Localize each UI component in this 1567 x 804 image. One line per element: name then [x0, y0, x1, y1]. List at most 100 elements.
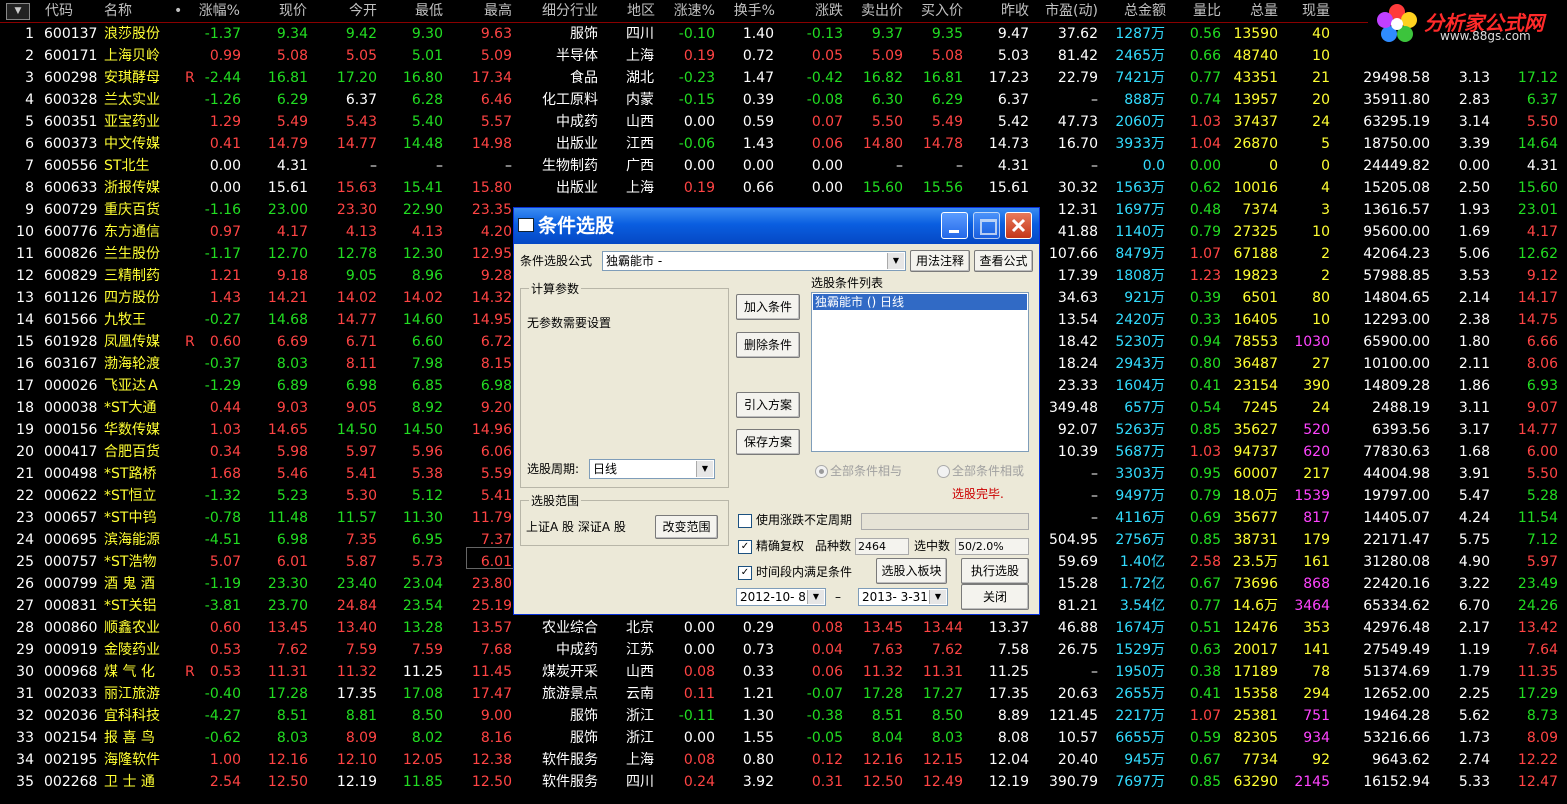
cell-x1: 24449.82: [1363, 158, 1430, 174]
cell-low: 5.01: [411, 48, 443, 64]
header-region[interactable]: 地区: [627, 1, 655, 21]
change-scope-button[interactable]: 改变范围: [655, 515, 718, 539]
condition-list[interactable]: 独霸能市 () 日线: [811, 292, 1029, 452]
date-from-picker[interactable]: 2012-10- 8 ▼: [736, 588, 826, 606]
cell-region: 山西: [626, 114, 654, 130]
table-row[interactable]: 3 600298 安琪酵母 R -2.44 16.81 17.20 16.80 17.34 食品 湖…: [0, 67, 1567, 89]
header-code[interactable]: 代码: [45, 1, 73, 21]
header-cur[interactable]: 现量: [1302, 1, 1330, 21]
uncertain-period-checkbox[interactable]: [738, 514, 752, 528]
date-to-picker[interactable]: 2013- 3-31 ▼: [858, 588, 948, 606]
header-prev[interactable]: 昨收: [1001, 1, 1029, 21]
cell-low: 9.30: [411, 26, 443, 42]
cell-code: 600328: [44, 92, 98, 108]
add-to-block-button[interactable]: 选股入板块: [876, 558, 947, 584]
header-price[interactable]: 现价: [279, 1, 307, 21]
cell-n: 17: [16, 378, 34, 394]
header-dot[interactable]: •: [174, 1, 182, 21]
header-ask[interactable]: 卖出价: [861, 1, 903, 21]
cell-prev: 4.31: [997, 158, 1029, 174]
cell-diff: 0.00: [811, 180, 843, 196]
delete-condition-button[interactable]: 删除条件: [736, 332, 800, 358]
time-range-checkbox[interactable]: ✓: [738, 566, 752, 580]
add-condition-button[interactable]: 加入条件: [736, 294, 800, 320]
cell-cur: 92: [1312, 752, 1330, 768]
cell-vr: 0.63: [1189, 642, 1221, 658]
cell-diff: -0.13: [806, 26, 843, 42]
close-dialog-button[interactable]: 关闭: [961, 584, 1029, 610]
cell-chg: 2.54: [209, 774, 241, 790]
usage-notes-button[interactable]: 用法注释: [910, 250, 970, 272]
header-ind[interactable]: 细分行业: [542, 1, 598, 21]
condition-list-item[interactable]: 独霸能市 () 日线: [813, 294, 1027, 310]
header-spd[interactable]: 涨速%: [674, 1, 715, 21]
import-plan-button[interactable]: 引入方案: [736, 392, 800, 418]
table-row[interactable]: 4 600328 兰太实业 -1.26 6.29 6.37 6.28 6.46 化工原料 内蒙 -0…: [0, 89, 1567, 111]
header-vr[interactable]: 量比: [1193, 1, 1221, 21]
cell-chg: 0.60: [209, 334, 241, 350]
header-name[interactable]: 名称: [104, 1, 132, 21]
save-plan-button[interactable]: 保存方案: [736, 429, 800, 455]
cell-cur: 78: [1312, 664, 1330, 680]
header-diff[interactable]: 涨跌: [815, 1, 843, 21]
radio-and[interactable]: [815, 465, 828, 478]
cell-amt: 7421万: [1115, 70, 1165, 86]
table-row[interactable]: 8 600633 浙报传媒 0.00 15.61 15.63 15.41 15.80 出版业 上海…: [0, 177, 1567, 199]
cell-vol: 67188: [1233, 246, 1278, 262]
triangle-down-icon[interactable]: ▼: [6, 3, 30, 20]
cell-x1: 16152.94: [1363, 774, 1430, 790]
cell-n: 8: [25, 180, 34, 196]
formula-select[interactable]: 独霸能市 - ▼: [602, 251, 906, 271]
table-row[interactable]: 33 002154 报 喜 鸟 -0.62 8.03 8.09 8.02 8.16 服饰 浙江 0.…: [0, 727, 1567, 749]
period-select[interactable]: 日线 ▼: [589, 459, 715, 479]
table-row[interactable]: 7 600556 ST北生 0.00 4.31– – – 生物制药 广西 0.00 0.00 0.00…: [0, 155, 1567, 177]
cell-amt: 1604万: [1115, 378, 1165, 394]
cell-ind: 农业综合: [542, 620, 598, 636]
cell-x1: 14405.07: [1363, 510, 1430, 526]
cell-turn: 0.00: [742, 158, 774, 174]
header-low[interactable]: 最低: [415, 1, 443, 21]
cell-amt: 945万: [1124, 752, 1165, 768]
dialog-titlebar[interactable]: 条件选股: [514, 208, 1039, 244]
table-row[interactable]: 1 600137 浪莎股份 -1.37 9.34 9.42 9.30 9.63 服饰 四川 -0.1…: [0, 23, 1567, 45]
cell-region: 内蒙: [626, 92, 654, 108]
radio-or-label: 全部条件相或: [952, 464, 1025, 478]
close-button[interactable]: [1005, 212, 1032, 239]
cell-code: 002268: [44, 774, 98, 790]
header-turn[interactable]: 换手%: [734, 1, 775, 21]
header-chg[interactable]: 涨幅%: [199, 1, 240, 21]
radio-or[interactable]: [937, 465, 950, 478]
table-row[interactable]: 29 000919 金陵药业 0.53 7.62 7.59 7.59 7.68 中成药 江苏 0.0…: [0, 639, 1567, 661]
cell-chg: -3.81: [204, 598, 241, 614]
header-high[interactable]: 最高: [484, 1, 512, 21]
header-pe[interactable]: 市盈(动): [1045, 1, 1098, 21]
table-row[interactable]: 6 600373 中文传媒 0.41 14.79 14.77 14.48 14.98 出版业 江西…: [0, 133, 1567, 155]
view-formula-button[interactable]: 查看公式: [974, 250, 1033, 272]
header-open[interactable]: 今开: [349, 1, 377, 21]
header-amt[interactable]: 总金额: [1124, 1, 1166, 21]
table-row[interactable]: 31 002033 丽江旅游 -0.40 17.28 17.35 17.08 17.47 旅游景…: [0, 683, 1567, 705]
cell-region: 山西: [626, 664, 654, 680]
table-row[interactable]: 32 002036 宜科科技 -4.27 8.51 8.81 8.50 9.00 服饰 浙江 -0.…: [0, 705, 1567, 727]
table-row[interactable]: 28 000860 顺鑫农业 0.60 13.45 13.40 13.28 13.57 农业综合…: [0, 617, 1567, 639]
table-row[interactable]: 35 002268 卫 士 通 2.54 12.50 12.19 11.85 12.50 软件服…: [0, 771, 1567, 793]
table-row[interactable]: 5 600351 亚宝药业 1.29 5.49 5.43 5.40 5.57 中成药 山西 0.00…: [0, 111, 1567, 133]
cell-high: 15.80: [471, 180, 512, 196]
table-row[interactable]: 34 002195 海隆软件 1.00 12.16 12.10 12.05 12.38 软件服务…: [0, 749, 1567, 771]
cell-ask: 15.60: [862, 180, 903, 196]
table-row[interactable]: 2 600171 上海贝岭 0.99 5.08 5.05 5.01 5.09 半导体 上海 0.19…: [0, 45, 1567, 67]
cell-x3: 24.26: [1517, 598, 1558, 614]
cell-high: 23.80: [471, 576, 512, 592]
minimize-button[interactable]: [941, 212, 968, 239]
execute-filter-button[interactable]: 执行选股: [961, 558, 1029, 584]
maximize-button[interactable]: [973, 212, 1000, 239]
header-vol[interactable]: 总量: [1250, 1, 1278, 21]
cell-x1: 29498.58: [1363, 70, 1430, 86]
cell-open: 5.05: [345, 48, 377, 64]
exact-rights-checkbox[interactable]: ✓: [738, 540, 752, 554]
header-bid[interactable]: 买入价: [921, 1, 963, 21]
cell-low: 14.02: [402, 290, 443, 306]
table-row[interactable]: 30 000968 煤 气 化 R 0.53 11.31 11.32 11.25 11.45 煤炭…: [0, 661, 1567, 683]
cell-vr: 0.74: [1189, 92, 1221, 108]
cell-code: 603167: [44, 356, 98, 372]
